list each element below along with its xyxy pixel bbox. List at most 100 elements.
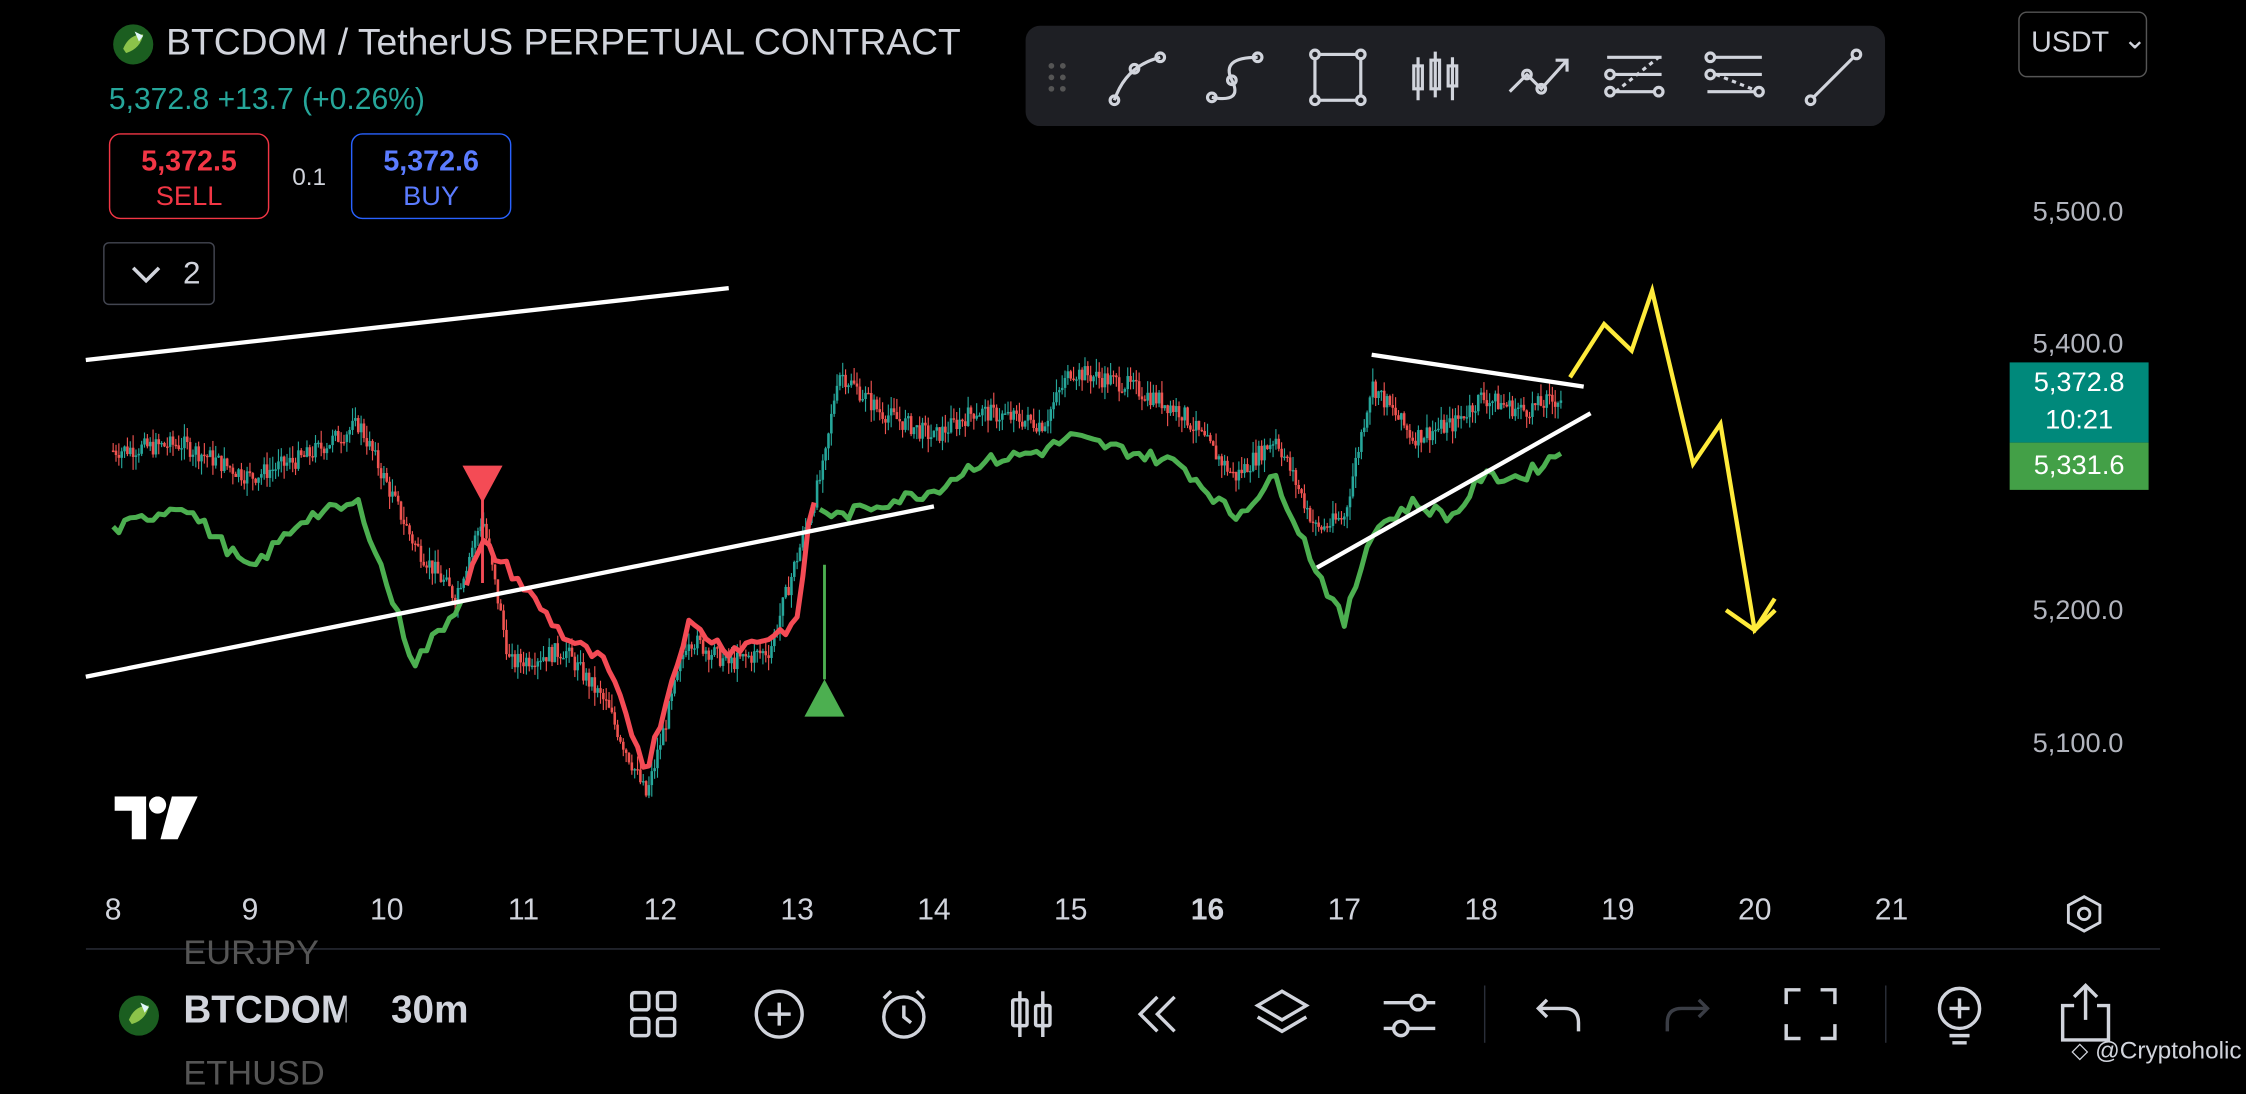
candlestick-series [111, 357, 1563, 799]
candle-body [1137, 381, 1141, 397]
idea-lightbulb-icon[interactable] [1931, 983, 1988, 1046]
candle-body [1083, 366, 1087, 381]
candle-body [1545, 394, 1548, 408]
candle-body [120, 451, 123, 458]
candle-body [408, 525, 411, 535]
candle-body [114, 450, 118, 456]
chart-canvas[interactable] [0, 0, 2246, 1080]
order-quantity[interactable]: 0.1 [292, 163, 326, 192]
candle-body [1385, 396, 1389, 408]
candle-body [205, 455, 209, 458]
candle-body [952, 418, 956, 420]
candle-body [1015, 410, 1018, 414]
candle-body [1043, 426, 1047, 431]
candle-body [1479, 392, 1483, 395]
path-tool-icon[interactable] [1203, 46, 1266, 109]
candle-body [1229, 471, 1232, 474]
candle-body [185, 436, 189, 443]
candle-body [508, 654, 511, 657]
time-axis-label: 21 [1874, 893, 1909, 927]
redo-icon[interactable] [1662, 991, 1714, 1037]
candle-body [698, 635, 702, 641]
candle-body [556, 643, 560, 657]
candle-body [1317, 522, 1320, 527]
candle-body [972, 413, 976, 419]
candle-body [1231, 471, 1235, 474]
candle-body [168, 436, 172, 447]
candle-body [365, 438, 369, 447]
sell-button[interactable]: 5,372.5 SELL [108, 133, 270, 220]
candle-body [559, 656, 562, 659]
candle-body [576, 662, 579, 671]
replay-rewind-icon[interactable] [1132, 988, 1184, 1040]
indicators-count: 2 [182, 254, 201, 291]
add-indicator-icon[interactable] [752, 987, 806, 1041]
candle-body [1305, 507, 1309, 510]
candle-body [735, 652, 739, 670]
candle-body [1380, 390, 1383, 393]
alert-clock-icon[interactable] [875, 985, 932, 1042]
candle-body [1077, 369, 1081, 380]
candle-body [1542, 405, 1546, 408]
undo-icon[interactable] [1533, 991, 1585, 1037]
layers-icon[interactable] [1252, 985, 1312, 1042]
candle-body [567, 647, 571, 652]
trend-line-tool-icon[interactable] [1802, 46, 1865, 109]
candle-body [1217, 456, 1221, 460]
candles-tool-icon[interactable] [1407, 46, 1470, 109]
fib-extension-tool-icon[interactable] [1702, 46, 1768, 109]
candle-body [946, 432, 950, 434]
currency-value: USDT [2031, 27, 2110, 59]
candle-body [784, 586, 788, 598]
candle-body [838, 375, 842, 386]
candle-body [1320, 526, 1323, 530]
symbol-search-button[interactable]: BTCDOM [183, 988, 346, 1032]
curve-tool-icon[interactable] [1106, 46, 1169, 109]
chart-type-candles-icon[interactable] [1006, 985, 1058, 1042]
candle-body [1345, 507, 1349, 517]
candle-body [849, 380, 853, 386]
candle-body [659, 745, 662, 750]
candle-body [1055, 392, 1058, 403]
candle-body [1300, 489, 1303, 494]
candle-body [1465, 417, 1469, 419]
time-axis-label: 12 [643, 893, 678, 927]
drawing-toolbar [1025, 25, 1886, 127]
fullscreen-icon[interactable] [1782, 985, 1839, 1042]
chart-settings-icon[interactable] [2064, 894, 2104, 934]
buy-button[interactable]: 5,372.6 BUY [350, 133, 512, 220]
candle-body [177, 445, 180, 450]
candle-body [587, 672, 591, 687]
fib-retracement-tool-icon[interactable] [1601, 46, 1667, 109]
candle-body [741, 654, 745, 657]
candle-body [1283, 456, 1286, 458]
candle-body [331, 435, 334, 446]
candle-body [117, 455, 121, 458]
candle-body [1525, 410, 1528, 417]
share-icon[interactable] [2057, 980, 2114, 1046]
candle-body [707, 650, 711, 660]
candle-body [1340, 517, 1343, 520]
currency-select[interactable]: USDT ⌄ [2018, 11, 2148, 78]
settings-sliders-icon[interactable] [1381, 988, 1438, 1042]
symbol-title[interactable]: BTCDOM / TetherUS PERPETUAL CONTRACT [166, 20, 961, 64]
candle-body [1115, 375, 1118, 378]
indicators-collapse-button[interactable]: 2 [103, 242, 215, 306]
interval-button[interactable]: 30m [391, 988, 468, 1032]
buy-price: 5,372.6 [383, 146, 479, 178]
candle-body [1058, 390, 1061, 393]
candle-body [1539, 396, 1543, 406]
candle-body [419, 545, 423, 562]
candle-body [1494, 393, 1497, 402]
layout-grid-icon[interactable] [627, 988, 679, 1040]
candle-body [630, 762, 634, 771]
rectangle-tool-icon[interactable] [1306, 46, 1369, 109]
candle-body [733, 657, 736, 670]
candle-body [1060, 387, 1064, 391]
polyline-arrow-tool-icon[interactable] [1504, 46, 1573, 109]
candle-body [1294, 470, 1298, 486]
candle-body [1536, 396, 1540, 406]
candle-body [644, 781, 648, 796]
watchlist-ghost-item: ETHUSD [183, 1054, 325, 1093]
drag-handle-icon[interactable] [1046, 60, 1069, 94]
